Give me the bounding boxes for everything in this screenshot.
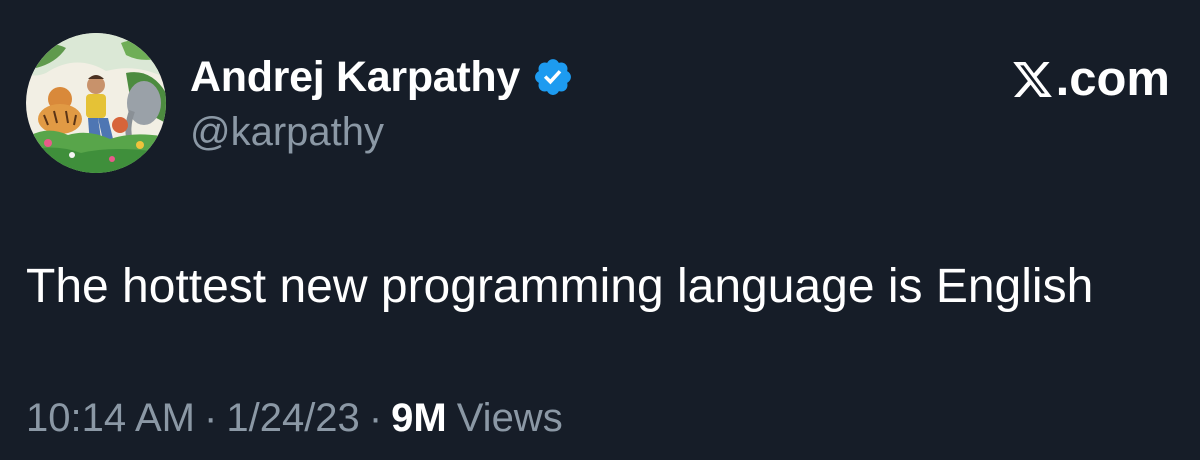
tweet-meta: 10:14 AM · 1/24/23 · 9M Views bbox=[26, 398, 563, 438]
author-display-name[interactable]: Andrej Karpathy bbox=[190, 55, 520, 99]
avatar[interactable] bbox=[26, 33, 166, 173]
illustrated-jungle-avatar-icon bbox=[26, 33, 166, 173]
tweet-date[interactable]: 1/24/23 bbox=[226, 398, 359, 438]
meta-separator: · bbox=[368, 396, 383, 440]
author-handle[interactable]: @karpathy bbox=[190, 112, 384, 152]
views-count: 9M bbox=[391, 396, 447, 440]
tweet-text: The hottest new programming language is … bbox=[26, 260, 1094, 313]
tweet-time[interactable]: 10:14 AM bbox=[26, 398, 195, 438]
site-brand[interactable]: .com bbox=[1011, 55, 1170, 104]
author-name-row: Andrej Karpathy bbox=[190, 52, 574, 102]
views-label: Views bbox=[456, 396, 563, 440]
site-domain-suffix: .com bbox=[1055, 52, 1170, 106]
x-logo-icon bbox=[1012, 62, 1052, 97]
meta-separator: · bbox=[204, 396, 218, 440]
verified-badge-icon bbox=[535, 59, 571, 95]
